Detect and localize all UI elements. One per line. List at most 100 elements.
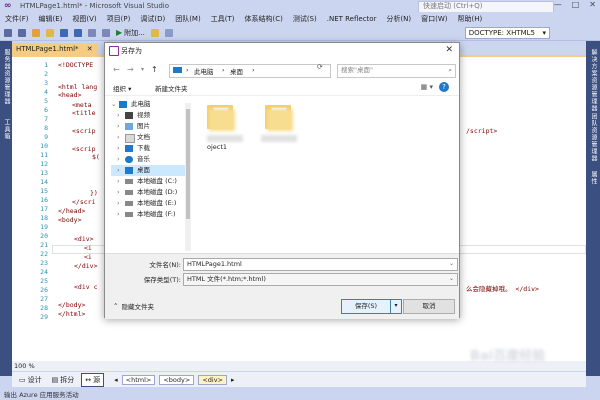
search-desktop-input[interactable]: 搜索"桌面" ⌕ bbox=[337, 64, 456, 78]
nav-this-pc[interactable]: ⌄ 此电脑 bbox=[111, 99, 187, 110]
recent-locations-icon[interactable]: ▾ bbox=[141, 66, 144, 73]
nav-documents[interactable]: › 文档 bbox=[111, 132, 187, 143]
nav-drive-e[interactable]: › 本地磁盘 (E:) bbox=[111, 198, 187, 209]
nav-videos[interactable]: › 视频 bbox=[111, 110, 187, 121]
new-folder-button[interactable]: 新建文件夹 bbox=[155, 83, 188, 93]
open-file-icon[interactable] bbox=[46, 28, 54, 37]
menu-window[interactable]: 窗口(W) bbox=[416, 14, 452, 24]
expand-icon[interactable]: › bbox=[117, 187, 120, 198]
menu-help[interactable]: 帮助(H) bbox=[453, 14, 488, 24]
redo-icon[interactable] bbox=[102, 28, 110, 37]
zoom-level-select[interactable]: 100 % bbox=[14, 361, 35, 371]
doctype-select[interactable]: DOCTYPE: XHTML5 bbox=[464, 26, 550, 39]
chevron-down-icon[interactable]: ⌄ bbox=[449, 259, 454, 269]
menu-file[interactable]: 文件(F) bbox=[0, 14, 34, 24]
save-all-icon[interactable] bbox=[74, 28, 82, 37]
expand-icon[interactable]: › bbox=[117, 198, 120, 209]
forward-icon[interactable] bbox=[18, 28, 26, 37]
view-options-icon[interactable]: ▦ ▾ bbox=[421, 83, 433, 91]
properties-tab[interactable]: 属性 bbox=[588, 171, 598, 185]
indent-icon[interactable] bbox=[164, 28, 173, 37]
expand-icon[interactable]: › bbox=[117, 176, 120, 187]
breadcrumb-body[interactable]: <body> bbox=[159, 374, 195, 385]
menu-net-reflector[interactable]: .NET Reflector bbox=[322, 15, 382, 23]
code-line-21: <i bbox=[84, 244, 92, 252]
folder-icon[interactable] bbox=[150, 28, 159, 37]
organize-button[interactable]: 组织 ▾ bbox=[113, 83, 131, 93]
source-view-button[interactable]: ↔ 源 bbox=[81, 372, 105, 387]
save-type-select[interactable]: HTML 文件(*.htm;*.html) ⌄ bbox=[183, 273, 458, 286]
scroll-right-icon[interactable]: ▸ bbox=[231, 376, 235, 384]
forward-arrow-icon[interactable]: → bbox=[127, 65, 134, 74]
file-name-input[interactable]: HTMLPage1.html ⌄ bbox=[183, 258, 458, 271]
document-tab[interactable]: HTMLPage1.html* ✕ bbox=[12, 43, 98, 55]
solution-explorer-tab[interactable]: 解决方案资源管理器 bbox=[588, 49, 598, 112]
nav-music[interactable]: › 音乐 bbox=[111, 154, 187, 165]
expand-icon[interactable]: › bbox=[117, 209, 120, 220]
address-this-pc[interactable]: 此电脑 bbox=[194, 66, 214, 76]
nav-downloads[interactable]: › 下载 bbox=[111, 143, 187, 154]
undo-icon[interactable] bbox=[88, 28, 96, 37]
address-bar[interactable]: › 此电脑 › 桌面 › bbox=[169, 64, 331, 78]
code-line-17: </head> bbox=[58, 207, 86, 215]
back-icon[interactable] bbox=[4, 28, 12, 37]
scrollbar-thumb[interactable] bbox=[186, 109, 190, 219]
folder-item-2[interactable] bbox=[265, 105, 295, 131]
navigation-scrollbar[interactable] bbox=[185, 103, 191, 251]
expand-icon[interactable]: › bbox=[117, 132, 120, 143]
expand-icon[interactable]: › bbox=[117, 154, 120, 165]
menu-test[interactable]: 测试(S) bbox=[288, 14, 322, 24]
back-arrow-icon[interactable]: ← bbox=[113, 65, 120, 74]
scroll-left-icon[interactable]: ◂ bbox=[114, 376, 118, 384]
expand-icon[interactable]: › bbox=[117, 121, 120, 132]
save-options-dropdown[interactable]: ▾ bbox=[390, 299, 402, 314]
new-project-icon[interactable] bbox=[32, 28, 40, 37]
hide-folders-toggle[interactable]: ⌃ 隐藏文件夹 bbox=[113, 301, 154, 311]
minimize-button[interactable]: — bbox=[554, 0, 562, 12]
dialog-close-button[interactable]: ✕ bbox=[445, 45, 453, 55]
menu-architecture[interactable]: 体系结构(C) bbox=[239, 14, 287, 24]
nav-drive-f[interactable]: › 本地磁盘 (F:) bbox=[111, 209, 187, 220]
line-number: 7 bbox=[44, 115, 48, 123]
breadcrumb-html[interactable]: <html> bbox=[121, 374, 156, 385]
menu-project[interactable]: 项目(P) bbox=[102, 14, 136, 24]
chevron-down-icon[interactable]: ⌄ bbox=[449, 274, 454, 284]
refresh-icon[interactable]: ⟳ bbox=[317, 63, 323, 71]
nav-desktop[interactable]: › 桌面 bbox=[111, 165, 187, 176]
menu-analyze[interactable]: 分析(N) bbox=[381, 14, 416, 24]
menu-debug[interactable]: 调试(D) bbox=[135, 14, 170, 24]
document-tab-label: HTMLPage1.html* bbox=[16, 45, 79, 53]
line-number: 2 bbox=[44, 70, 48, 78]
save-button[interactable]: 保存(S) bbox=[341, 299, 391, 314]
menu-tools[interactable]: 工具(T) bbox=[206, 14, 240, 24]
menu-view[interactable]: 视图(V) bbox=[67, 14, 101, 24]
tab-close-icon[interactable]: ✕ bbox=[87, 45, 93, 53]
drive-icon bbox=[125, 179, 133, 184]
cancel-button[interactable]: 取消 bbox=[403, 299, 455, 314]
nav-pictures[interactable]: › 图片 bbox=[111, 121, 187, 132]
nav-drive-d[interactable]: › 本地磁盘 (D:) bbox=[111, 187, 187, 198]
up-arrow-icon[interactable]: ↑ bbox=[151, 65, 158, 74]
help-icon[interactable]: ? bbox=[439, 82, 449, 92]
design-icon: ▭ bbox=[19, 375, 26, 384]
expand-icon[interactable]: ⌄ bbox=[111, 99, 116, 110]
maximize-button[interactable]: □ bbox=[572, 0, 580, 12]
team-explorer-tab[interactable]: 团队资源管理器 bbox=[588, 113, 598, 162]
menu-edit[interactable]: 编辑(E) bbox=[34, 14, 68, 24]
breadcrumb-div[interactable]: <div> bbox=[198, 374, 227, 385]
expand-icon[interactable]: › bbox=[117, 143, 120, 154]
expand-icon[interactable]: › bbox=[117, 165, 120, 176]
close-window-button[interactable]: ✕ bbox=[589, 0, 596, 12]
folder-item-1[interactable] bbox=[207, 105, 237, 131]
toolbox-tab[interactable]: 工具箱 bbox=[1, 119, 11, 140]
address-desktop[interactable]: 桌面 bbox=[230, 66, 243, 76]
nav-drive-c[interactable]: › 本地磁盘 (C:) bbox=[111, 176, 187, 187]
menu-team[interactable]: 团队(M) bbox=[170, 14, 206, 24]
server-explorer-tab[interactable]: 服务器资源管理器 bbox=[1, 49, 11, 105]
expand-icon[interactable]: › bbox=[117, 110, 120, 121]
save-icon[interactable] bbox=[60, 28, 68, 37]
split-view-button[interactable]: ▤ 拆分 bbox=[49, 374, 78, 386]
design-view-button[interactable]: ▭ 设计 bbox=[16, 374, 45, 386]
attach-button[interactable]: ▶ 附加... bbox=[116, 28, 145, 38]
code-line-6: <title bbox=[72, 109, 96, 117]
